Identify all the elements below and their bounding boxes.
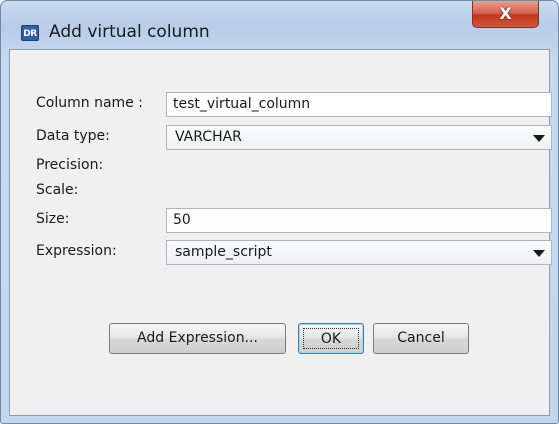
close-button[interactable]: X <box>472 1 539 28</box>
dialog-content: Column name : test_virtual_column Data t… <box>9 49 552 416</box>
chevron-down-icon[interactable] <box>533 135 545 142</box>
expression-value: sample_script <box>175 244 272 260</box>
title-bar[interactable]: DR Add virtual column X <box>1 1 558 42</box>
size-label: Size: <box>36 211 70 227</box>
expression-select[interactable]: sample_script <box>166 240 552 265</box>
cancel-button[interactable]: Cancel <box>373 323 469 354</box>
data-type-value: VARCHAR <box>175 129 242 145</box>
precision-label: Precision: <box>36 157 104 173</box>
data-type-label: Data type: <box>36 128 110 144</box>
column-name-input[interactable]: test_virtual_column <box>166 92 552 117</box>
ok-button[interactable]: OK <box>298 323 364 354</box>
dialog-title: Add virtual column <box>49 22 210 42</box>
data-type-select[interactable]: VARCHAR <box>166 125 552 150</box>
column-name-label: Column name : <box>36 95 143 111</box>
chevron-down-icon[interactable] <box>533 250 545 257</box>
close-icon: X <box>499 4 512 23</box>
add-expression-button[interactable]: Add Expression... <box>109 323 286 354</box>
scale-label: Scale: <box>36 182 79 198</box>
app-logo-icon: DR <box>21 25 39 41</box>
ok-button-label: OK <box>303 328 359 349</box>
dialog-window: DR Add virtual column X Column name : te… <box>0 0 559 424</box>
expression-label: Expression: <box>36 243 117 259</box>
size-input[interactable]: 50 <box>166 208 552 233</box>
